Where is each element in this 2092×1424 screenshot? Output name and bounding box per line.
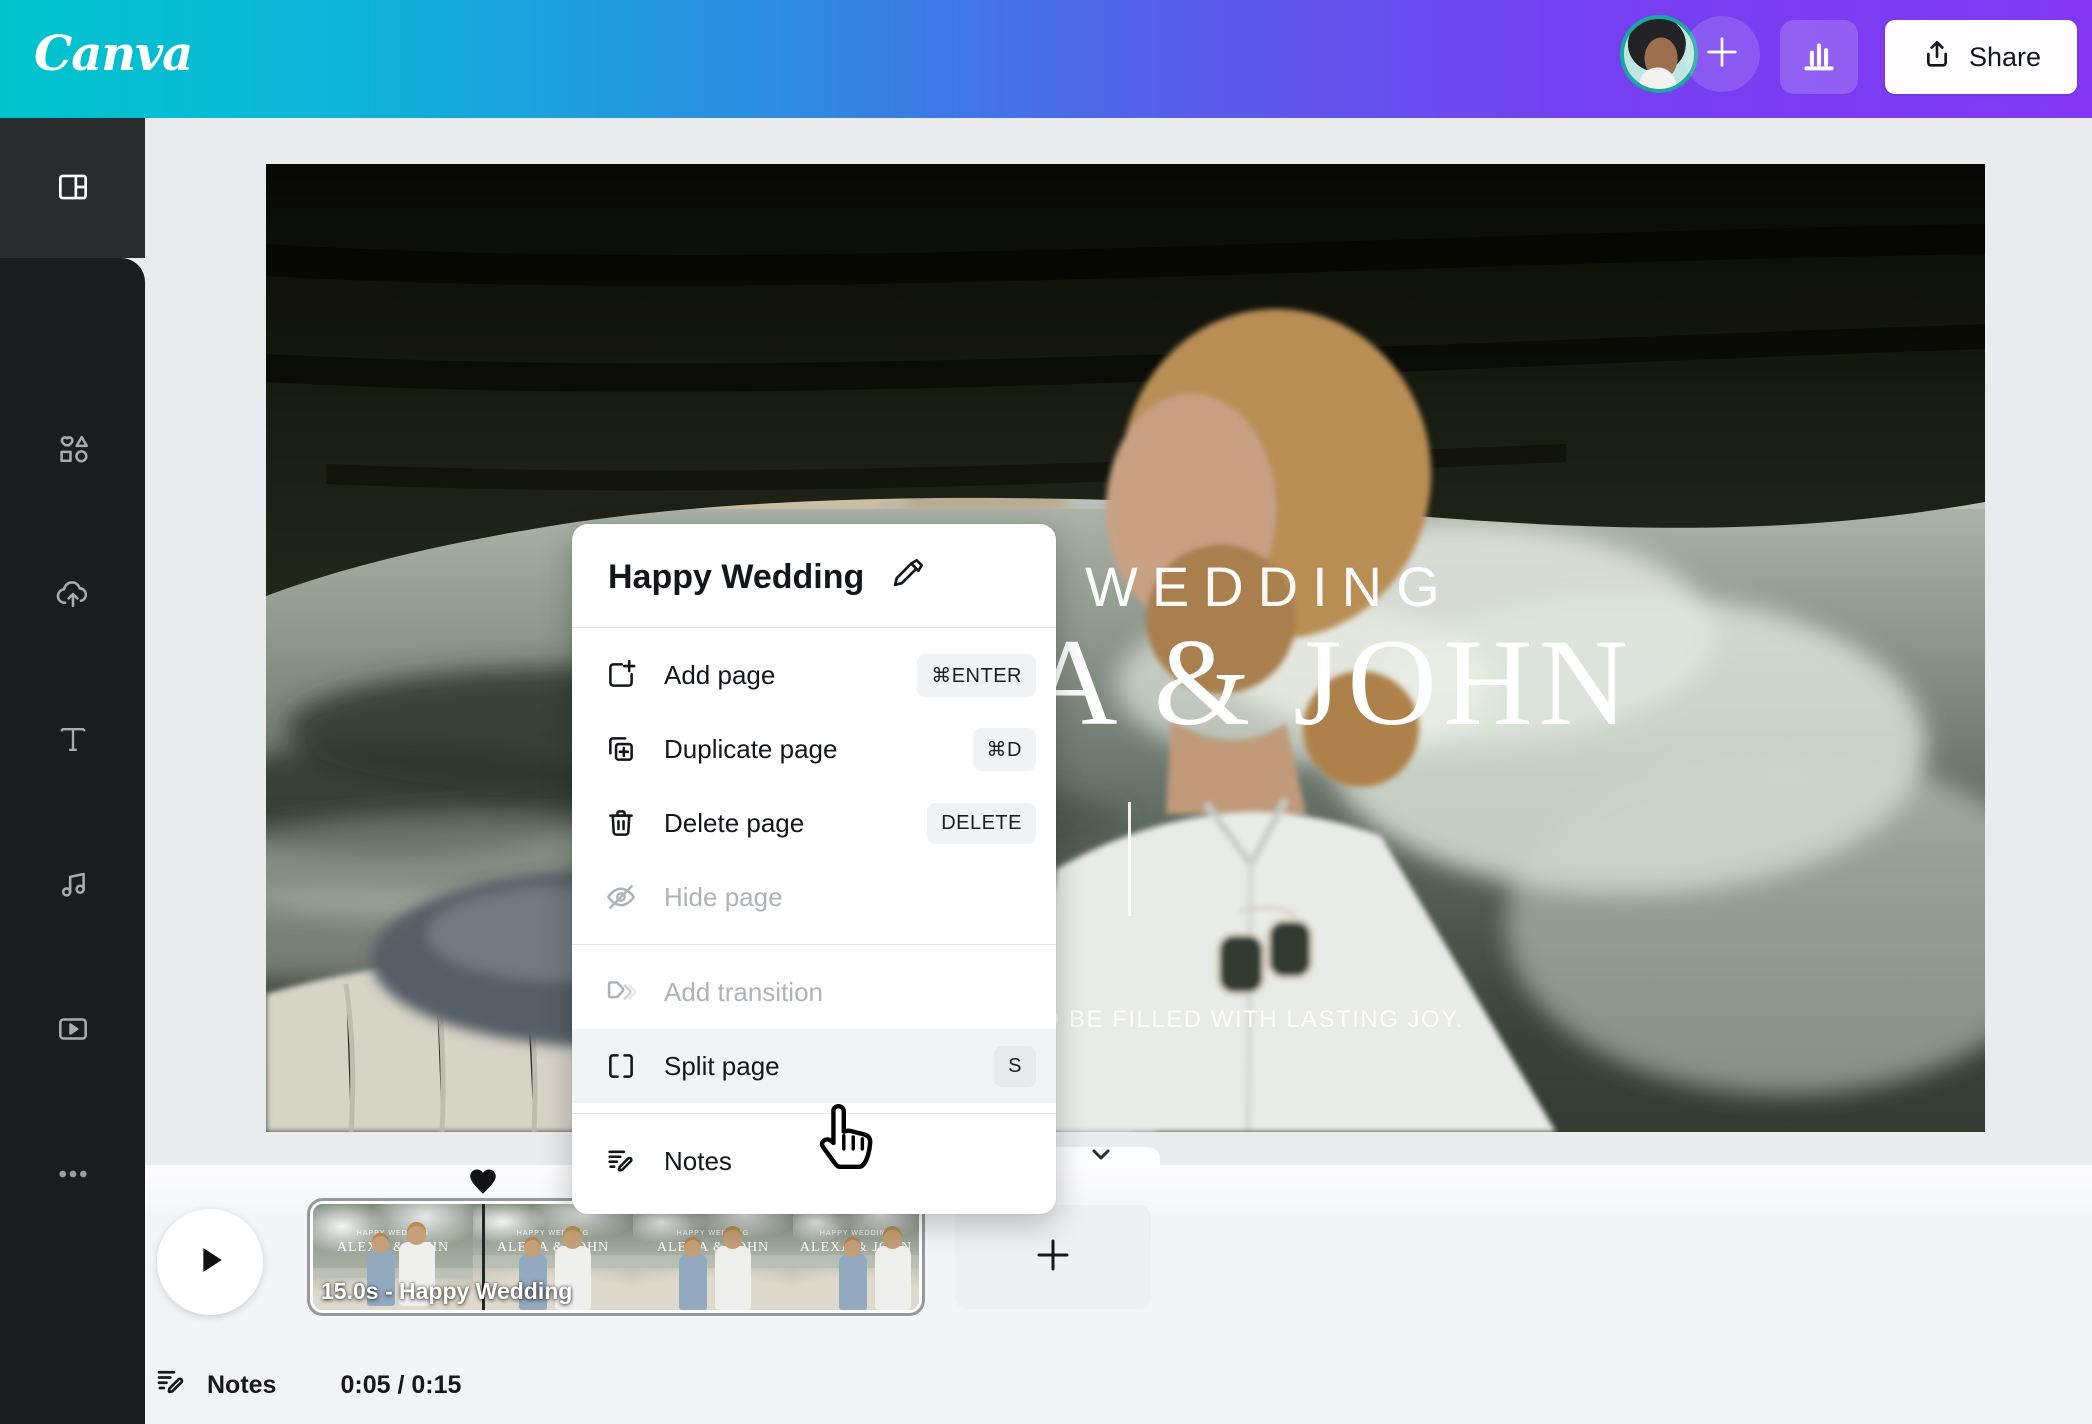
add-page-icon [604, 658, 638, 692]
menu-item-label: Notes [664, 1146, 732, 1177]
page-title: Happy Wedding [608, 558, 864, 597]
canvas-text-names[interactable]: A & JOHN [1028, 612, 1634, 754]
timeline-page-thumbnail[interactable]: HAPPY WEDDING ALEXA & JOHN HAPPY WEDDING… [307, 1198, 925, 1316]
sidebar-item-elements[interactable] [54, 430, 92, 468]
menu-item-split-page[interactable]: Split page S [572, 1029, 1056, 1103]
shortcut-badge: S [994, 1046, 1036, 1087]
split-page-icon [604, 1049, 638, 1083]
edit-pencil-icon[interactable] [888, 556, 926, 599]
sidebar-item-text[interactable] [54, 720, 92, 758]
timeline-collapse-tab[interactable] [1042, 1147, 1160, 1167]
menu-item-label: Duplicate page [664, 734, 837, 765]
playhead-heart-marker[interactable] [467, 1167, 499, 1195]
menu-item-duplicate-page[interactable]: Duplicate page ⌘D [572, 712, 1056, 786]
notes-label[interactable]: Notes [207, 1371, 276, 1400]
menu-item-label: Add page [664, 660, 775, 691]
canvas-divider-line [1128, 802, 1131, 916]
notes-icon[interactable] [153, 1364, 189, 1407]
play-button[interactable] [157, 1209, 263, 1315]
design-templates-icon [54, 168, 92, 206]
plus-icon [1702, 32, 1742, 77]
transition-icon [604, 975, 638, 1009]
sidebar-item-videos[interactable] [54, 1010, 92, 1048]
upload-share-icon [1921, 38, 1953, 77]
menu-item-add-page[interactable]: Add page ⌘ENTER [572, 638, 1056, 712]
sidebar-item-design[interactable] [0, 118, 145, 258]
time-display: 0:05 / 0:15 [340, 1371, 461, 1400]
thumb-frame: HAPPY WEDDING ALEXA & JOHN [793, 1204, 919, 1310]
menu-item-add-transition[interactable]: Add transition [572, 955, 1056, 1029]
bar-chart-icon [1797, 33, 1841, 82]
canvas-workspace: WEDDING A & JOHN D BE FILLED WITH LASTIN… [145, 118, 2092, 1165]
menu-item-label: Split page [664, 1051, 780, 1082]
notes-icon [604, 1144, 638, 1178]
sidebar-item-uploads[interactable] [54, 575, 92, 613]
menu-item-hide-page[interactable]: Hide page [572, 860, 1056, 934]
hand-cursor [808, 1098, 884, 1191]
add-page-button[interactable] [955, 1205, 1151, 1309]
sidebar [0, 118, 145, 1424]
thumb-frame: HAPPY WEDDING ALEXA & JOHN [633, 1204, 793, 1310]
share-button[interactable]: Share [1885, 20, 2077, 94]
page-duration-label: 15.0s - Happy Wedding [321, 1278, 572, 1305]
plus-icon [1032, 1234, 1074, 1281]
top-bar: Canva Share [0, 0, 2092, 118]
duplicate-page-icon [604, 732, 638, 766]
menu-item-delete-page[interactable]: Delete page DELETE [572, 786, 1056, 860]
shortcut-badge: DELETE [927, 803, 1036, 844]
shortcut-badge: ⌘D [973, 728, 1036, 771]
menu-item-label: Hide page [664, 882, 783, 913]
trash-icon [604, 806, 638, 840]
chevron-down-icon [1088, 1147, 1114, 1168]
add-design-button[interactable] [1684, 16, 1760, 92]
video-page-canvas[interactable]: WEDDING A & JOHN D BE FILLED WITH LASTIN… [266, 164, 1985, 1132]
play-icon [190, 1240, 230, 1285]
share-label: Share [1969, 42, 2041, 73]
insights-button[interactable] [1780, 20, 1858, 94]
timeline-region: HAPPY WEDDING ALEXA & JOHN HAPPY WEDDING… [145, 1165, 2092, 1424]
canvas-text-wedding[interactable]: WEDDING [1085, 554, 1454, 619]
menu-item-label: Delete page [664, 808, 804, 839]
sidebar-item-more[interactable] [54, 1155, 92, 1193]
sidebar-item-audio[interactable] [54, 865, 92, 903]
menu-item-label: Add transition [664, 977, 823, 1008]
canvas-text-caption[interactable]: D BE FILLED WITH LASTING JOY. [1042, 1006, 1464, 1034]
shortcut-badge: ⌘ENTER [917, 654, 1036, 697]
status-bar: Notes 0:05 / 0:15 [153, 1365, 461, 1405]
eye-off-icon [604, 880, 638, 914]
canva-logo[interactable]: Canva [34, 26, 192, 82]
